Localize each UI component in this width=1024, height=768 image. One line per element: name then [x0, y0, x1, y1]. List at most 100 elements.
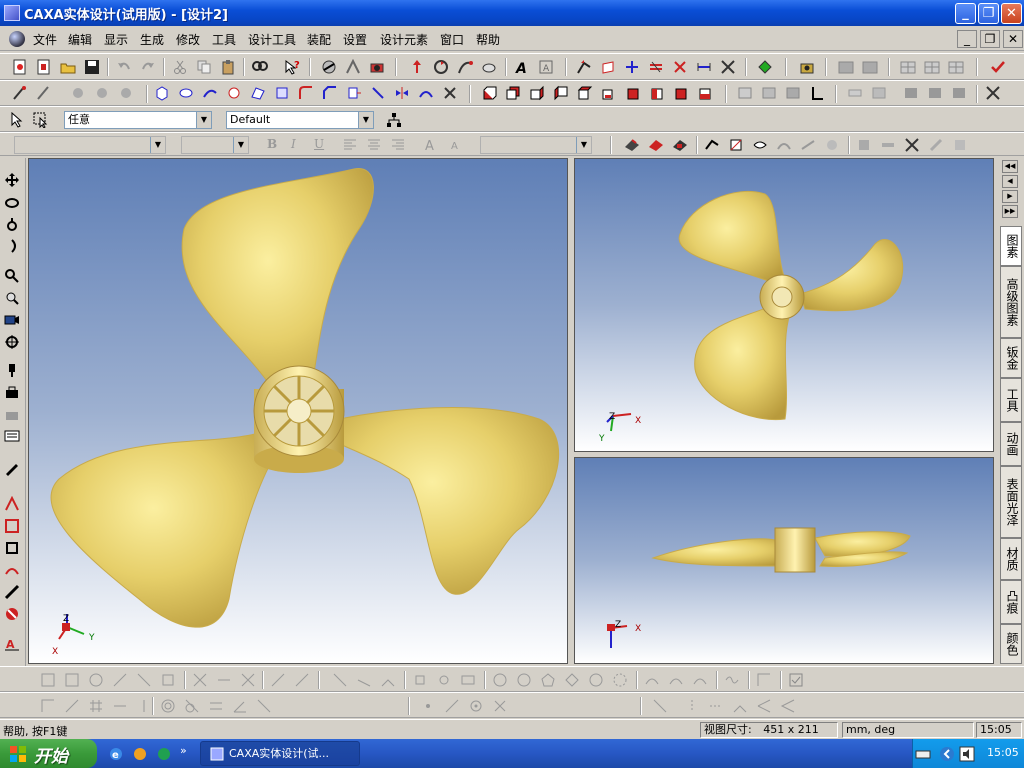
tangent-icon[interactable] [184, 698, 200, 714]
taskbar-caxa-window[interactable]: CAXA实体设计(试... [200, 741, 360, 766]
chevron-left-icon[interactable] [939, 746, 955, 762]
constraint-4-icon[interactable] [112, 698, 128, 714]
constraint-2-icon[interactable] [64, 698, 80, 714]
select-box-icon[interactable] [33, 112, 49, 128]
mdi-close-button[interactable]: ✕ [1003, 30, 1023, 48]
arc-icon[interactable] [644, 672, 660, 688]
angle-icon[interactable] [232, 698, 248, 714]
revolve-icon[interactable] [178, 85, 194, 101]
loft-icon[interactable] [226, 85, 242, 101]
target-icon[interactable] [4, 334, 20, 350]
sketch-plane-icon[interactable] [624, 137, 640, 153]
feature-4-icon[interactable] [776, 137, 792, 153]
tab-advanced-primitives[interactable]: 高级图素 [1000, 266, 1022, 338]
polygon-3-icon[interactable] [588, 672, 604, 688]
dimension-6-icon[interactable] [780, 698, 796, 714]
italic-button[interactable]: I [291, 137, 296, 151]
diagonal-icon[interactable] [444, 698, 460, 714]
font-smaller-icon[interactable]: A [448, 137, 464, 153]
sketch-tool-5-icon[interactable] [160, 672, 176, 688]
split-icon[interactable] [370, 85, 386, 101]
view-back-icon[interactable] [505, 85, 521, 101]
camera-view-icon[interactable] [4, 312, 20, 328]
tab-surface-finish[interactable]: 表面光泽 [1000, 466, 1022, 538]
align-center-icon[interactable] [366, 137, 382, 153]
align-left-icon[interactable] [342, 137, 358, 153]
edit-3-icon[interactable] [904, 137, 920, 153]
positioning-icon[interactable] [576, 59, 592, 75]
tab-animation[interactable]: 动画 [1000, 422, 1022, 466]
sketch-edit-icon[interactable] [4, 584, 20, 600]
tolerance-icon[interactable] [720, 59, 736, 75]
sketch-plane-3-icon[interactable] [672, 137, 688, 153]
volume-icon[interactable] [959, 746, 975, 762]
extrude-icon[interactable] [154, 85, 170, 101]
layout-icon[interactable] [903, 85, 919, 101]
menu-window[interactable]: 窗口 [440, 31, 464, 48]
smooth-2-icon[interactable] [94, 85, 110, 101]
display-mode-icon[interactable] [737, 85, 753, 101]
menu-edit[interactable]: 编辑 [68, 31, 92, 48]
axis-icon[interactable] [624, 59, 640, 75]
check-icon[interactable] [990, 59, 1006, 75]
bold-button[interactable]: B [267, 137, 277, 151]
section-icon[interactable] [847, 85, 863, 101]
text-icon[interactable]: A [514, 59, 530, 75]
polygon-2-icon[interactable] [564, 672, 580, 688]
underline-button[interactable]: U [314, 137, 324, 151]
surface-icon[interactable] [250, 85, 266, 101]
tab-next-button[interactable]: ▶ [1002, 190, 1018, 203]
extend-icon[interactable] [216, 672, 232, 688]
grid-icon[interactable] [900, 59, 916, 75]
draft-icon[interactable] [346, 85, 362, 101]
smooth-3-icon[interactable] [118, 85, 134, 101]
rectangle-icon[interactable] [460, 672, 476, 688]
camera-lock-2-icon[interactable] [4, 406, 20, 422]
sketch-plane-2-icon[interactable] [648, 137, 664, 153]
pattern-icon[interactable] [418, 85, 434, 101]
no-entry-icon[interactable] [4, 606, 20, 622]
layout-2-icon[interactable] [927, 85, 943, 101]
boolean-icon[interactable] [442, 85, 458, 101]
close-button[interactable]: ✕ [1001, 3, 1022, 24]
propeller-model-top[interactable] [575, 159, 994, 452]
smart-snap-icon[interactable] [457, 59, 473, 75]
zoom-window-icon[interactable] [4, 290, 20, 306]
trim-icon[interactable] [192, 672, 208, 688]
sketch-icon[interactable] [809, 85, 825, 101]
measure-icon[interactable] [672, 59, 688, 75]
equal-icon[interactable] [208, 698, 224, 714]
dimension-2-icon[interactable] [684, 698, 700, 714]
camera-icon[interactable] [799, 59, 815, 75]
start-button[interactable]: 开始 [0, 739, 97, 768]
spline-icon[interactable] [724, 672, 740, 688]
dimension-5-icon[interactable] [756, 698, 772, 714]
feature-2-icon[interactable] [728, 137, 744, 153]
zoom-icon[interactable] [4, 268, 20, 284]
tool-icon[interactable] [481, 59, 497, 75]
mdi-minimize-button[interactable]: _ [957, 30, 977, 48]
feature-icon[interactable] [704, 137, 720, 153]
distance-icon[interactable] [696, 59, 712, 75]
tab-prev-button[interactable]: ◀ [1002, 175, 1018, 188]
orbit-icon[interactable] [4, 194, 20, 210]
chevron-down-icon[interactable]: ▼ [150, 137, 165, 153]
font-larger-icon[interactable]: A [424, 137, 440, 153]
view-iso-icon[interactable] [625, 85, 641, 101]
sketch-tool-icon[interactable] [40, 672, 56, 688]
layout-3-icon[interactable] [951, 85, 967, 101]
sketch-circle-icon[interactable] [88, 672, 104, 688]
font-size-dropdown[interactable]: ▼ [181, 136, 249, 154]
help-icon[interactable]: ? [284, 59, 300, 75]
circle-2-icon[interactable] [516, 672, 532, 688]
smooth-icon[interactable] [70, 85, 86, 101]
edit-2-icon[interactable] [880, 137, 896, 153]
menu-view[interactable]: 显示 [104, 31, 128, 48]
front-view-viewport[interactable]: Z X [574, 457, 994, 664]
tab-material[interactable]: 材质 [1000, 538, 1022, 580]
tab-last-button[interactable]: ▶▶ [1002, 205, 1018, 218]
gear-icon[interactable] [612, 672, 628, 688]
dot-icon[interactable] [420, 698, 436, 714]
menu-settings[interactable]: 设置 [343, 31, 367, 48]
point-icon[interactable] [412, 672, 428, 688]
